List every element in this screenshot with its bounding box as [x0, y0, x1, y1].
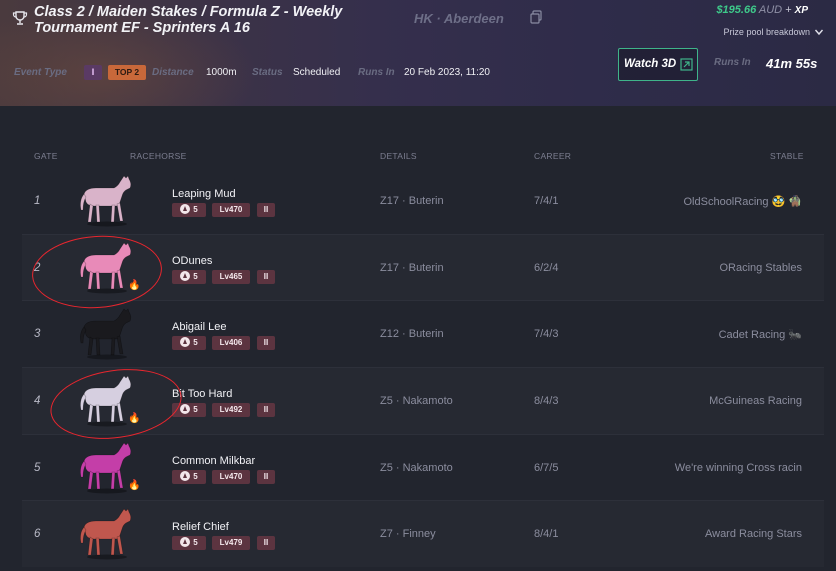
horse-details: Z7 · Finney — [380, 528, 436, 540]
level-tag: Lv470 — [212, 203, 250, 217]
class-tag: II — [257, 470, 275, 484]
stable-name[interactable]: McGuineas Racing — [709, 395, 802, 407]
table-row[interactable]: 5 🔥 Common Milkbar 5 Lv470 II Z5 · Nakamoto 6/7… — [22, 435, 824, 501]
stable-name[interactable]: Award Racing Stars — [705, 528, 802, 540]
prize-currency: AUD — [758, 4, 783, 16]
table-row[interactable]: 6 Relief Chief 5 Lv479 II Z7 · Finney 8/4/1 Awa… — [22, 501, 824, 567]
runs-in-value: 20 Feb 2023, 11:20 — [404, 67, 490, 78]
horse-details: Z17 · Buterin — [380, 195, 444, 207]
rating-tag: 5 — [172, 270, 206, 284]
fire-icon: 🔥 — [128, 480, 141, 491]
table-row[interactable]: 1 Leaping Mud 5 Lv470 II Z17 · Buterin 7/4/1 Ol… — [22, 168, 824, 234]
horse-details: Z5 · Nakamoto — [380, 395, 453, 407]
prize-pool: $195.66 AUD + XP — [716, 4, 808, 16]
class-tag: II — [257, 403, 275, 417]
gate-number: 6 — [34, 528, 41, 540]
track-name: HK · Aberdeen — [414, 11, 504, 26]
career-record: 8/4/3 — [534, 395, 559, 407]
rating-value: 5 — [193, 205, 198, 214]
top-badge: TOP 2 — [108, 65, 146, 80]
horse-name[interactable]: Relief Chief — [172, 521, 229, 533]
level-tag: Lv465 — [212, 270, 250, 284]
career-record: 7/4/3 — [534, 328, 559, 340]
level-tag: Lv470 — [212, 470, 250, 484]
rating-icon — [180, 204, 191, 214]
column-header-career: CAREER — [534, 151, 572, 161]
horse-name[interactable]: ODunes — [172, 255, 212, 267]
rating-value: 5 — [193, 272, 198, 281]
horse-name[interactable]: Abigail Lee — [172, 321, 226, 333]
countdown-label: Runs In — [714, 57, 751, 68]
prize-xp: XP — [794, 5, 808, 16]
table-row[interactable]: 3 Abigail Lee 5 Lv406 II Z12 · Buterin 7/4/3 Ca… — [22, 301, 824, 367]
gate-number: 3 — [34, 328, 41, 340]
distance-value: 1000m — [206, 67, 237, 78]
column-header-gate: GATE — [34, 151, 58, 161]
rating-icon — [180, 471, 191, 481]
rating-tag: 5 — [172, 336, 206, 350]
level-tag: Lv406 — [212, 336, 250, 350]
event-type-badge: I — [84, 65, 102, 80]
level-tag: Lv479 — [212, 536, 250, 550]
runs-in-label: Runs In — [358, 67, 395, 78]
gate-number: 5 — [34, 462, 41, 474]
distance-label: Distance — [152, 67, 194, 78]
class-tag: II — [257, 270, 275, 284]
chevron-down-icon[interactable] — [814, 27, 824, 37]
horse-image[interactable] — [76, 507, 138, 561]
watch-3d-button[interactable]: Watch 3D — [618, 48, 698, 81]
horse-details: Z12 · Buterin — [380, 328, 444, 340]
horse-image[interactable] — [76, 307, 138, 361]
event-type-label: Event Type — [14, 67, 67, 78]
level-tag: Lv492 — [212, 403, 250, 417]
rating-tag: 5 — [172, 536, 206, 550]
race-header: Class 2 / Maiden Stakes / Formula Z - We… — [0, 0, 836, 106]
column-header-stable: STABLE — [770, 151, 804, 161]
rating-value: 5 — [193, 538, 198, 547]
prize-amount: $195.66 — [716, 4, 757, 16]
class-tag: II — [257, 203, 275, 217]
gate-number: 4 — [34, 395, 41, 407]
rating-tag: 5 — [172, 203, 206, 217]
career-record: 6/2/4 — [534, 262, 559, 274]
rating-value: 5 — [193, 405, 198, 414]
stable-name[interactable]: We're winning Cross racin — [675, 462, 802, 474]
horse-name[interactable]: Leaping Mud — [172, 188, 236, 200]
rating-value: 5 — [193, 472, 198, 481]
rating-icon — [180, 271, 191, 281]
horse-name[interactable]: Common Milkbar — [172, 455, 255, 467]
career-record: 8/4/1 — [534, 528, 559, 540]
stable-name[interactable]: ORacing Stables — [719, 262, 802, 274]
status-label: Status — [252, 67, 283, 78]
external-link-icon — [680, 58, 693, 71]
race-title: Class 2 / Maiden Stakes / Formula Z - We… — [34, 4, 343, 36]
stable-name[interactable]: OldSchoolRacing 🥸 🧌 — [684, 195, 803, 208]
class-tag: II — [257, 536, 275, 550]
rating-tag: 5 — [172, 470, 206, 484]
watch-3d-label: Watch 3D — [624, 58, 677, 70]
prize-breakdown-toggle[interactable]: Prize pool breakdown — [723, 27, 810, 37]
gate-number: 1 — [34, 195, 41, 207]
career-record: 7/4/1 — [534, 195, 559, 207]
trophy-icon — [12, 11, 28, 25]
horse-details: Z17 · Buterin — [380, 262, 444, 274]
rating-value: 5 — [193, 338, 198, 347]
rating-icon — [180, 337, 191, 347]
stable-name[interactable]: Cadet Racing 🐜 — [719, 328, 802, 341]
horse-image[interactable] — [76, 174, 138, 228]
horse-details: Z5 · Nakamoto — [380, 462, 453, 474]
rating-icon — [180, 537, 191, 547]
class-tag: II — [257, 336, 275, 350]
column-header-racehorse: RACEHORSE — [130, 151, 187, 161]
column-header-details: DETAILS — [380, 151, 417, 161]
prize-plus: + — [785, 4, 792, 16]
status-value: Scheduled — [293, 67, 341, 78]
career-record: 6/7/5 — [534, 462, 559, 474]
countdown-value: 41m 55s — [766, 56, 818, 71]
rating-icon — [180, 404, 191, 414]
copy-icon[interactable] — [530, 10, 542, 24]
